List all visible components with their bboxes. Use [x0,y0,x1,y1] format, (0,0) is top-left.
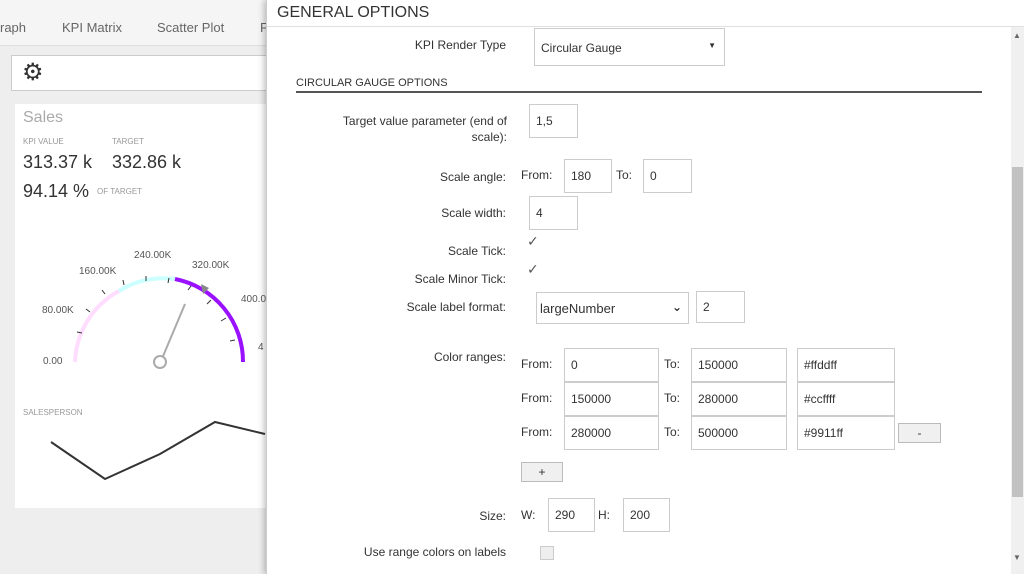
color-range-3-from-label: From: [521,425,553,439]
gauge-label-160k: 160.00K [79,266,117,277]
scale-minor-tick-checkbox[interactable]: ✓ [527,262,541,276]
section-title: CIRCULAR GAUGE OPTIONS [296,77,982,93]
gauge-range-1 [73,289,120,363]
caret-down-icon: ▼ [708,41,716,50]
scroll-up-icon[interactable]: ▲ [1013,31,1021,40]
kpi-render-type-label: KPI Render Type [414,38,506,52]
color-range-1-from-label: From: [521,357,553,371]
color-range-3-to-label: To: [664,425,681,439]
tab-scatter-plot[interactable]: Scatter Plot [157,20,224,35]
gauge-label-0: 0.00 [43,356,63,367]
gauge-label-partial: 4 [258,342,264,353]
gauge-range-2 [117,276,176,293]
scale-angle-to-label: To: [616,168,633,182]
general-options-dialog: GENERAL OPTIONS KPI Render Type Circular… [266,0,1024,574]
use-range-colors-checkbox[interactable] [540,546,554,560]
target-value-label: Target value parameter (end of scale): [342,114,507,144]
size-width-input[interactable] [548,498,595,532]
scale-tick-label: Scale Tick: [447,244,506,258]
scale-angle-to-input[interactable] [643,159,692,193]
kpi-render-type-select[interactable]: Circular Gauge ▼ [534,28,725,66]
scroll-down-icon[interactable]: ▼ [1013,553,1021,562]
scale-width-label: Scale width: [441,206,506,220]
color-range-1-from-input[interactable] [564,348,659,382]
gauge-label-320k: 320.00K [192,260,230,271]
color-range-2-from-label: From: [521,391,553,405]
gear-icon[interactable]: ⚙ [22,61,44,85]
kpi-render-type-value: Circular Gauge [541,41,622,55]
salesperson-line [50,420,266,481]
color-range-1-color-input[interactable] [797,348,895,382]
color-ranges-label: Color ranges: [433,350,506,364]
gauge-pivot [153,355,167,369]
size-label: Size: [479,509,506,523]
color-range-3-from-input[interactable] [564,416,659,450]
salesperson-label: SALESPERSON [23,408,83,417]
scale-label-format-value: largeNumber [540,301,616,316]
color-range-3-to-input[interactable] [691,416,787,450]
target-value-input[interactable] [529,104,578,138]
gauge-label-400k: 400.0 [241,294,267,305]
scroll-thumb[interactable] [1012,167,1023,497]
kpi-card: Sales KPI VALUE TARGET 313.37 k 332.86 k… [15,104,270,508]
dialog-scrollbar[interactable]: ▲ ▼ [1011,27,1024,574]
add-range-button[interactable]: + [521,462,563,482]
scale-angle-from-label: From: [521,168,553,182]
gauge-needle [160,303,186,362]
dialog-title: GENERAL OPTIONS [277,4,430,21]
use-range-colors-label: Use range colors on labels [363,545,506,559]
scale-label-decimals-input[interactable] [696,291,745,323]
scale-angle-from-input[interactable] [564,159,612,193]
color-range-3-color-input[interactable] [797,416,895,450]
scale-label-format-select[interactable]: largeNumber ⌄ [536,292,689,324]
size-w-label: W: [521,508,536,522]
color-range-1-to-label: To: [664,357,681,371]
scale-minor-tick-label: Scale Minor Tick: [414,272,506,286]
tab-bar: raph KPI Matrix Scatter Plot F [0,0,270,46]
remove-range-button[interactable]: - [898,423,941,443]
tab-kpi-matrix[interactable]: KPI Matrix [62,20,122,35]
size-h-label: H: [598,508,610,522]
tab-graph[interactable]: raph [0,20,26,35]
scale-angle-label: Scale angle: [439,170,506,184]
gauge-range-3 [174,277,246,363]
gauge-label-80k: 80.00K [42,305,74,316]
color-range-2-to-label: To: [664,391,681,405]
scale-width-input[interactable] [529,196,578,230]
chevron-down-icon: ⌄ [671,300,682,314]
color-range-1-to-input[interactable] [691,348,787,382]
dialog-header: GENERAL OPTIONS [267,0,1024,27]
gauge-ticks [76,276,236,342]
scale-tick-checkbox[interactable]: ✓ [527,234,541,248]
scale-label-format-label: Scale label format: [406,300,506,314]
gauge-label-240k: 240.00K [134,250,172,261]
color-range-2-from-input[interactable] [564,382,659,416]
color-range-2-color-input[interactable] [797,382,895,416]
toolbar: ⚙ [11,55,271,91]
color-range-2-to-input[interactable] [691,382,787,416]
size-height-input[interactable] [623,498,670,532]
